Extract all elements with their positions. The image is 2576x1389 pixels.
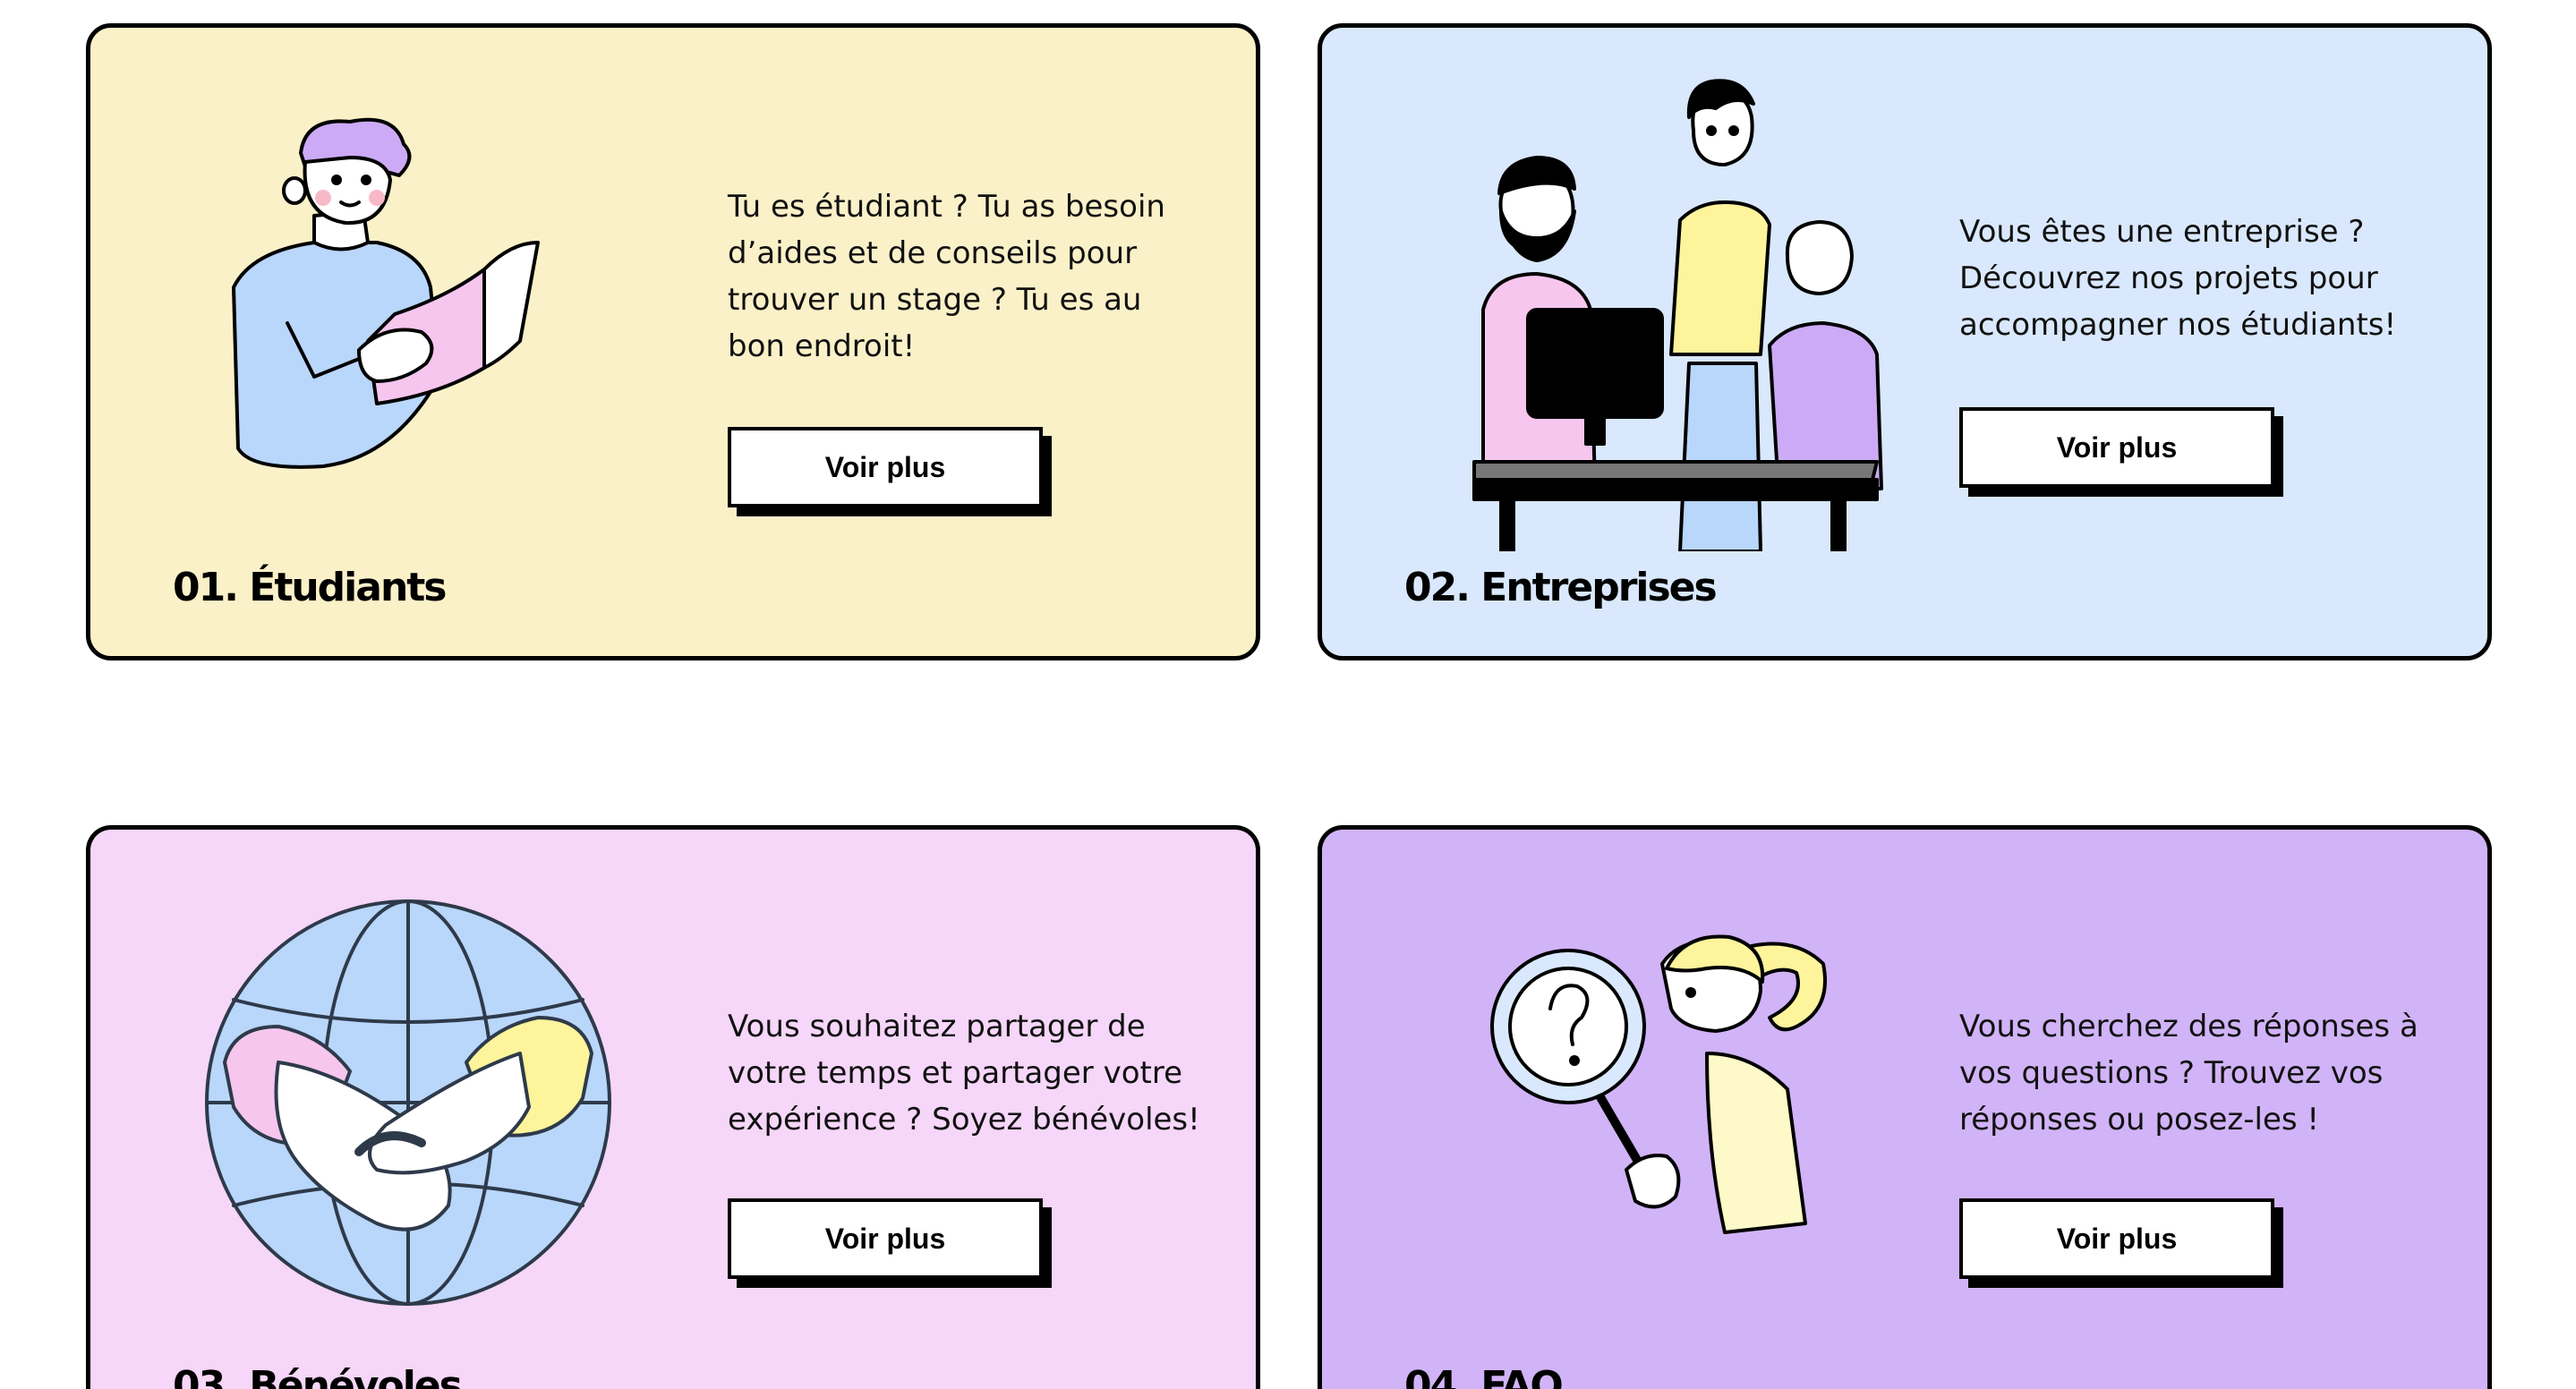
globe-handshake-illustration: [205, 899, 611, 1306]
voir-plus-button[interactable]: Voir plus: [728, 427, 1043, 507]
description-line: bon endroit!: [728, 328, 916, 364]
description-line: réponses ou posez-les !: [1959, 1102, 2320, 1138]
card-etudiants: Tu es étudiant ? Tu as besoin d’aides et…: [86, 23, 1260, 660]
card-title: 01. Étudiants: [173, 565, 447, 610]
card-description: Vous êtes une entreprise ? Découvrez nos…: [1959, 209, 2396, 348]
card-entreprises: Vous êtes une entreprise ? Découvrez nos…: [1318, 23, 2492, 660]
voir-plus-button[interactable]: Voir plus: [1959, 1198, 2274, 1279]
description-line: Vous êtes une entreprise ?: [1959, 214, 2365, 250]
card-description: Vous souhaitez partager de votre temps e…: [728, 1003, 1200, 1143]
student-reading-illustration: [232, 117, 540, 469]
description-line: Vous cherchez des réponses à: [1959, 1009, 2418, 1044]
description-line: Découvrez nos projets pour: [1959, 260, 2378, 296]
page: Tu es étudiant ? Tu as besoin d’aides et…: [0, 0, 2576, 1389]
description-line: Vous souhaitez partager de: [728, 1009, 1146, 1044]
card-title: 02. Entreprises: [1404, 565, 1718, 610]
voir-plus-button-wrapper: Voir plus: [1959, 1198, 2283, 1288]
description-line: votre temps et partager votre: [728, 1055, 1182, 1091]
voir-plus-button-wrapper: Voir plus: [1959, 407, 2283, 497]
woman-magnifier-illustration: [1490, 934, 1827, 1234]
description-line: trouver un stage ? Tu es au: [728, 282, 1142, 318]
description-line: vos questions ? Trouvez vos: [1959, 1055, 2384, 1091]
description-line: expérience ? Soyez bénévoles!: [728, 1102, 1200, 1138]
voir-plus-button-wrapper: Voir plus: [728, 427, 1052, 516]
card-title: 04. FAQ: [1404, 1363, 1564, 1389]
card-description: Tu es étudiant ? Tu as besoin d’aides et…: [728, 183, 1165, 370]
card-description: Vous cherchez des réponses à vos questio…: [1959, 1003, 2418, 1143]
description-line: d’aides et de conseils pour: [728, 235, 1138, 271]
card-title: 03. Bénévoles: [173, 1363, 463, 1389]
team-at-desk-illustration: [1472, 79, 1883, 551]
voir-plus-button[interactable]: Voir plus: [1959, 407, 2274, 488]
card-faq: Vous cherchez des réponses à vos questio…: [1318, 825, 2492, 1389]
voir-plus-button-wrapper: Voir plus: [728, 1198, 1052, 1288]
voir-plus-button[interactable]: Voir plus: [728, 1198, 1043, 1279]
card-benevoles: Vous souhaitez partager de votre temps e…: [86, 825, 1260, 1389]
description-line: Tu es étudiant ? Tu as besoin: [728, 189, 1165, 225]
description-line: accompagner nos étudiants!: [1959, 307, 2397, 343]
